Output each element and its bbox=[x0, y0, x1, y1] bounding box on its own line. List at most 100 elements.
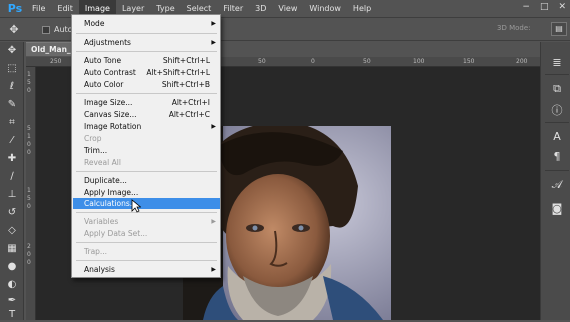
ruler-label: 5 bbox=[27, 125, 31, 132]
marquee-tool-icon[interactable]: ⬚ bbox=[4, 62, 20, 76]
mouse-pointer-icon bbox=[131, 199, 141, 213]
menu-item-label: Analysis bbox=[84, 265, 115, 274]
menu-item-label: Variables bbox=[84, 217, 119, 226]
menu-help[interactable]: Help bbox=[347, 0, 377, 18]
menu-item-duplicate[interactable]: Duplicate... bbox=[73, 175, 220, 186]
move-tool-icon[interactable]: ✥ bbox=[4, 44, 20, 58]
menu-item-label: Adjustments bbox=[84, 38, 131, 47]
crop-tool-icon[interactable]: ⌗ bbox=[4, 116, 20, 130]
history-panel-icon[interactable]: ≣ bbox=[549, 56, 565, 70]
menu-item-label: Auto Tone bbox=[84, 56, 122, 65]
menu-item-image-size[interactable]: Image Size... Alt+Ctrl+I bbox=[73, 97, 220, 108]
menu-item-auto-contrast[interactable]: Auto Contrast Alt+Shift+Ctrl+L bbox=[73, 67, 220, 78]
menu-view[interactable]: View bbox=[272, 0, 303, 18]
brush-tool-icon[interactable]: ∕ bbox=[4, 170, 20, 184]
menu-separator bbox=[76, 33, 217, 34]
menu-item-label: Calculations... bbox=[84, 199, 137, 208]
photoshop-logo: Ps bbox=[7, 1, 23, 15]
properties-panel-icon[interactable]: ⧉ bbox=[549, 82, 565, 96]
panel-divider bbox=[545, 122, 569, 123]
menu-item-label: Auto Contrast bbox=[84, 68, 136, 77]
menu-item-trim[interactable]: Trim... bbox=[73, 145, 220, 156]
menu-shortcut: Shift+Ctrl+B bbox=[161, 80, 210, 89]
menu-item-apply-image[interactable]: Apply Image... bbox=[73, 187, 220, 198]
menu-item-mode[interactable]: Mode ▶ bbox=[73, 18, 220, 29]
menu-shortcut: Alt+Ctrl+C bbox=[168, 110, 210, 119]
menu-3d[interactable]: 3D bbox=[249, 0, 272, 18]
lasso-tool-icon[interactable]: ℓ bbox=[4, 80, 20, 94]
glyphs-panel-icon[interactable]: 𝒜 bbox=[549, 178, 565, 192]
ruler-label: 0 bbox=[27, 251, 31, 258]
menu-item-auto-color[interactable]: Auto Color Shift+Ctrl+B bbox=[73, 79, 220, 90]
menu-file[interactable]: File bbox=[26, 0, 51, 18]
close-button[interactable]: ✕ bbox=[558, 2, 566, 12]
ruler-label: 1 bbox=[27, 71, 31, 78]
workspace-switcher-icon[interactable]: ▤ bbox=[551, 22, 567, 36]
menu-item-apply-data-set: Apply Data Set... bbox=[73, 228, 220, 239]
eyedropper-tool-icon[interactable]: ⁄ bbox=[4, 134, 20, 148]
paragraph-panel-icon[interactable]: ¶ bbox=[549, 150, 565, 164]
panel-divider bbox=[545, 170, 569, 171]
clone-stamp-tool-icon[interactable]: ⊥ bbox=[4, 188, 20, 202]
ruler-label: 0 bbox=[27, 203, 31, 210]
eraser-tool-icon[interactable]: ◇ bbox=[4, 224, 20, 238]
menu-item-label: Apply Data Set... bbox=[84, 229, 148, 238]
menu-item-adjustments[interactable]: Adjustments ▶ bbox=[73, 37, 220, 48]
menu-item-trap: Trap... bbox=[73, 246, 220, 257]
panel-divider bbox=[545, 74, 569, 75]
quick-select-tool-icon[interactable]: ✎ bbox=[4, 98, 20, 112]
blur-tool-icon[interactable]: ● bbox=[4, 260, 20, 274]
ruler-label: 100 bbox=[413, 58, 425, 65]
ruler-label: 0 bbox=[27, 149, 31, 156]
info-panel-icon[interactable]: ⓘ bbox=[549, 104, 565, 118]
menu-item-label: Reveal All bbox=[84, 158, 121, 167]
menu-separator bbox=[76, 93, 217, 94]
ruler-label: 0 bbox=[311, 58, 315, 65]
ruler-left: 1 5 0 5 1 0 0 1 5 0 2 0 0 bbox=[26, 67, 36, 320]
submenu-arrow-icon: ▶ bbox=[211, 20, 216, 27]
menu-separator bbox=[76, 242, 217, 243]
ruler-label: 0 bbox=[27, 259, 31, 266]
ruler-label: 150 bbox=[463, 58, 475, 65]
menu-shortcut: Shift+Ctrl+L bbox=[162, 56, 210, 65]
ruler-label: 5 bbox=[27, 195, 31, 202]
menu-item-label: Image Rotation bbox=[84, 122, 142, 131]
history-brush-tool-icon[interactable]: ↺ bbox=[4, 206, 20, 220]
menu-shortcut: Alt+Shift+Ctrl+L bbox=[146, 68, 210, 77]
menu-item-analysis[interactable]: Analysis ▶ bbox=[73, 264, 220, 275]
menu-window[interactable]: Window bbox=[303, 0, 347, 18]
tools-panel: ✥ ⬚ ℓ ✎ ⌗ ⁄ ✚ ∕ ⊥ ↺ ◇ ▦ ● ◐ ✒ T bbox=[0, 42, 24, 320]
menu-item-calculations[interactable]: Calculations... bbox=[73, 198, 220, 209]
image-menu-dropdown: Mode ▶ Adjustments ▶ Auto Tone Shift+Ctrl+L… bbox=[71, 14, 221, 278]
menu-item-label: Mode bbox=[84, 19, 105, 28]
ruler-label: 1 bbox=[27, 133, 31, 140]
move-tool-icon[interactable]: ✥ bbox=[4, 22, 24, 38]
menu-item-image-rotation[interactable]: Image Rotation ▶ bbox=[73, 121, 220, 132]
menu-separator bbox=[76, 212, 217, 213]
menu-item-label: Trim... bbox=[84, 146, 108, 155]
camera-panel-icon[interactable]: ◙ bbox=[549, 202, 565, 216]
ruler-label: 0 bbox=[27, 141, 31, 148]
submenu-arrow-icon: ▶ bbox=[211, 266, 216, 273]
menu-item-auto-tone[interactable]: Auto Tone Shift+Ctrl+L bbox=[73, 55, 220, 66]
pen-tool-icon[interactable]: ✒ bbox=[4, 294, 20, 308]
character-panel-icon[interactable]: A bbox=[549, 130, 565, 144]
menu-item-canvas-size[interactable]: Canvas Size... Alt+Ctrl+C bbox=[73, 109, 220, 120]
panel-dock: ≣ ⧉ ⓘ A ¶ 𝒜 ◙ bbox=[540, 42, 570, 320]
maximize-button[interactable]: □ bbox=[540, 2, 549, 12]
gradient-tool-icon[interactable]: ▦ bbox=[4, 242, 20, 256]
menu-filter[interactable]: Filter bbox=[217, 0, 249, 18]
menu-item-label: Apply Image... bbox=[84, 188, 139, 197]
healing-brush-tool-icon[interactable]: ✚ bbox=[4, 152, 20, 166]
menu-item-variables: Variables ▶ bbox=[73, 216, 220, 227]
minimize-button[interactable]: − bbox=[522, 2, 530, 12]
submenu-arrow-icon: ▶ bbox=[211, 39, 216, 46]
dodge-tool-icon[interactable]: ◐ bbox=[4, 278, 20, 292]
submenu-arrow-icon: ▶ bbox=[211, 123, 216, 130]
auto-select-checkbox[interactable] bbox=[42, 25, 50, 34]
ruler-label: 2 bbox=[27, 243, 31, 250]
menu-separator bbox=[76, 51, 217, 52]
menu-separator bbox=[76, 260, 217, 261]
ruler-label: 200 bbox=[516, 58, 528, 65]
menu-item-label: Auto Color bbox=[84, 80, 124, 89]
